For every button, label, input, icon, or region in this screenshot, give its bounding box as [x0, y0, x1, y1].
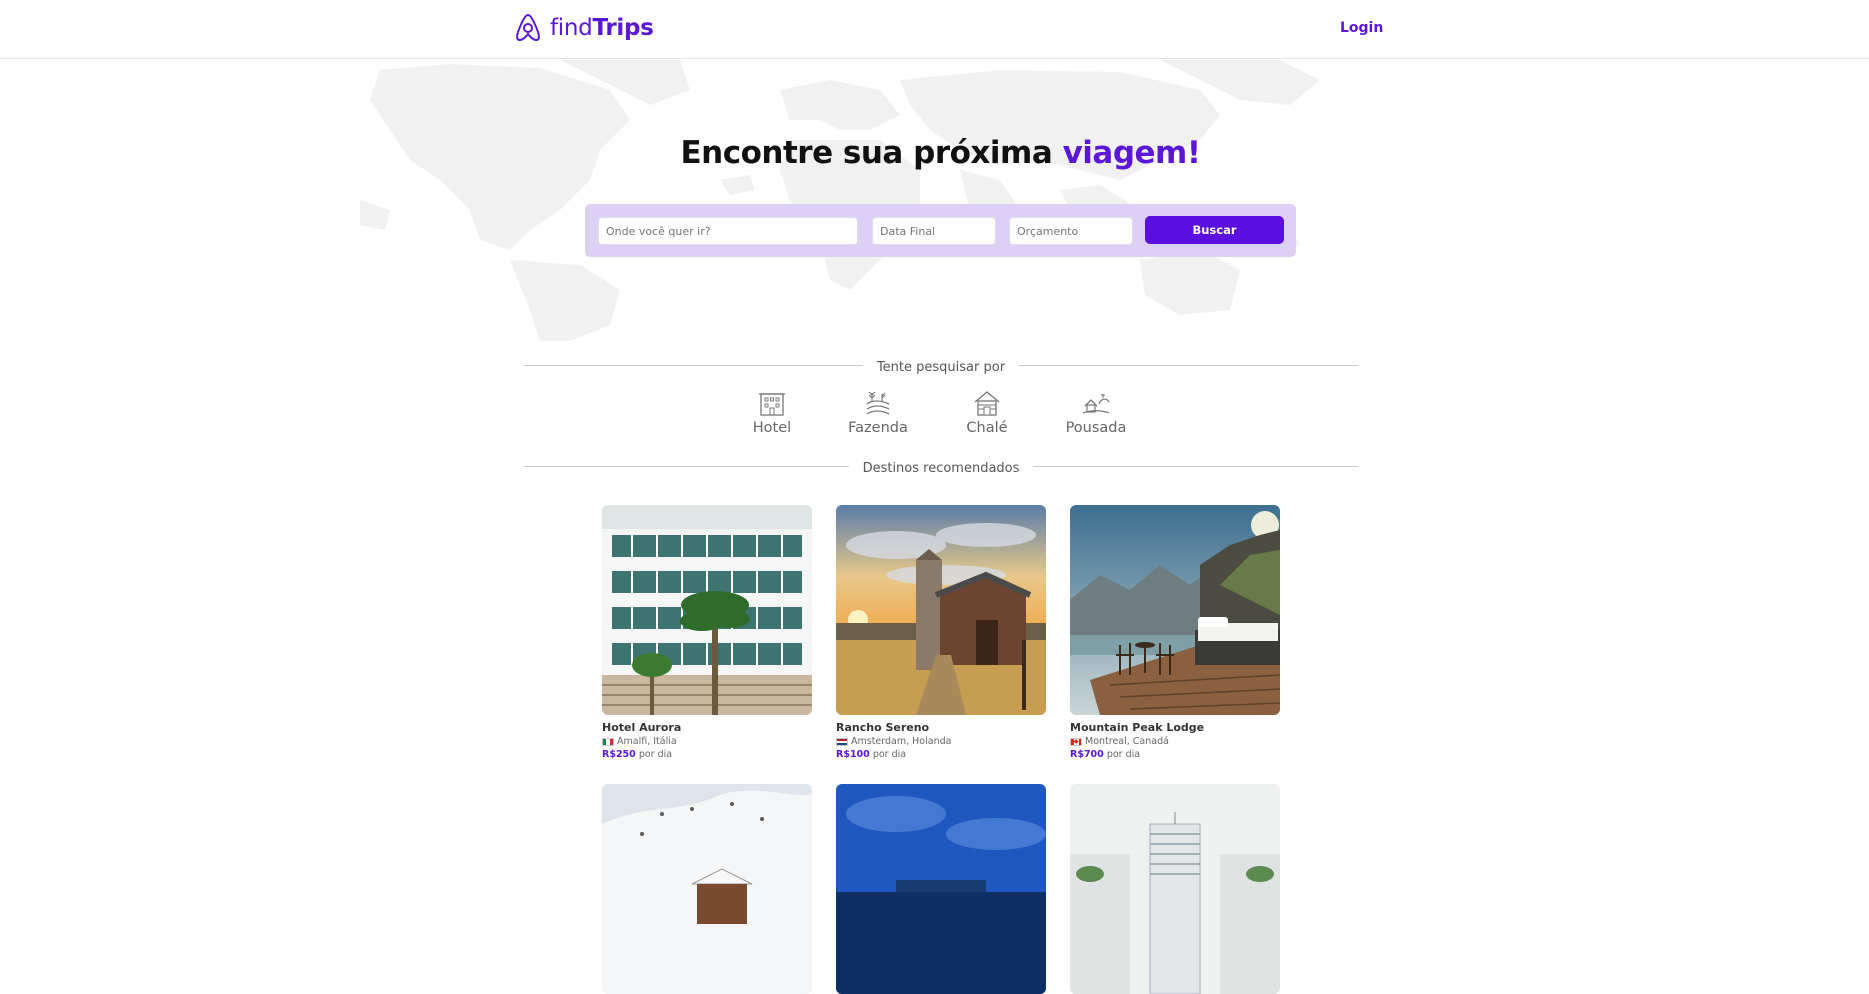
card-title: Hotel Aurora	[602, 721, 682, 734]
brand-name: findTrips	[550, 15, 654, 41]
suggestions-heading: Tente pesquisar por	[862, 360, 1020, 375]
destination-card[interactable]: Hotel Aurora Amalfi, Itália R$250 por di…	[602, 505, 812, 760]
budget-input[interactable]	[1009, 217, 1133, 245]
page-headline: Encontre sua próxima viagem!	[680, 135, 1201, 171]
category-label: Fazenda	[848, 420, 908, 436]
card-title: Rancho Sereno	[836, 721, 930, 734]
category-label: Hotel	[752, 420, 792, 436]
destination-card[interactable]: Mountain Peak Lodge ◆ Montreal, Canadá R…	[1070, 505, 1280, 760]
mountain-peak-lodge-photo	[1070, 505, 1280, 715]
blue-lake-resort-photo	[836, 784, 1046, 994]
city-tower-hotel-photo	[1070, 784, 1280, 994]
category-suggestions: Hotel Fazenda Chalé Pousada	[0, 390, 1869, 442]
category-label: Pousada	[1065, 420, 1127, 436]
card-price: R$100 por dia	[836, 749, 907, 760]
rancho-sereno-photo	[836, 505, 1046, 715]
netherlands-flag-icon	[836, 737, 848, 746]
suggestions-divider: Tente pesquisar por	[524, 360, 1358, 375]
recommended-heading: Destinos recomendados	[848, 461, 1034, 476]
login-link[interactable]: Login	[1340, 20, 1383, 36]
category-inn[interactable]: Pousada	[1064, 390, 1128, 436]
category-farm[interactable]: Fazenda	[846, 390, 910, 436]
search-bar: Buscar	[585, 204, 1296, 257]
category-hotel[interactable]: Hotel	[752, 390, 792, 436]
end-date-input[interactable]	[872, 217, 996, 245]
hotel-aurora-photo	[602, 505, 812, 715]
card-location: Amalfi, Itália	[602, 736, 812, 747]
destination-card[interactable]	[602, 784, 812, 994]
hero-section	[0, 60, 1869, 341]
card-title: Mountain Peak Lodge	[1070, 721, 1205, 734]
destination-card[interactable]	[836, 784, 1046, 994]
card-location: ◆ Montreal, Canadá	[1070, 736, 1280, 747]
search-button[interactable]: Buscar	[1145, 216, 1284, 244]
destination-input[interactable]	[598, 217, 858, 245]
location-pin-logo-icon	[514, 13, 542, 43]
chalet-icon	[974, 391, 1000, 416]
italy-flag-icon	[602, 737, 614, 746]
recommended-divider: Destinos recomendados	[524, 461, 1358, 476]
destination-card[interactable]: Rancho Sereno Amsterdam, Holanda R$100 p…	[836, 505, 1046, 760]
destination-card[interactable]	[1070, 784, 1280, 994]
world-map-background	[360, 60, 1320, 341]
farm-icon	[866, 391, 890, 415]
hotel-icon	[759, 393, 785, 416]
top-navbar: findTrips Login	[0, 0, 1869, 59]
category-chalet[interactable]: Chalé	[962, 390, 1012, 436]
card-price: R$700 por dia	[1070, 749, 1141, 760]
category-label: Chalé	[966, 420, 1008, 436]
snow-chalet-photo	[602, 784, 812, 994]
card-location: Amsterdam, Holanda	[836, 736, 1046, 747]
canada-flag-icon: ◆	[1070, 737, 1082, 746]
brand-logo[interactable]: findTrips	[514, 13, 654, 43]
card-price: R$250 por dia	[602, 749, 673, 760]
inn-icon	[1082, 394, 1110, 414]
